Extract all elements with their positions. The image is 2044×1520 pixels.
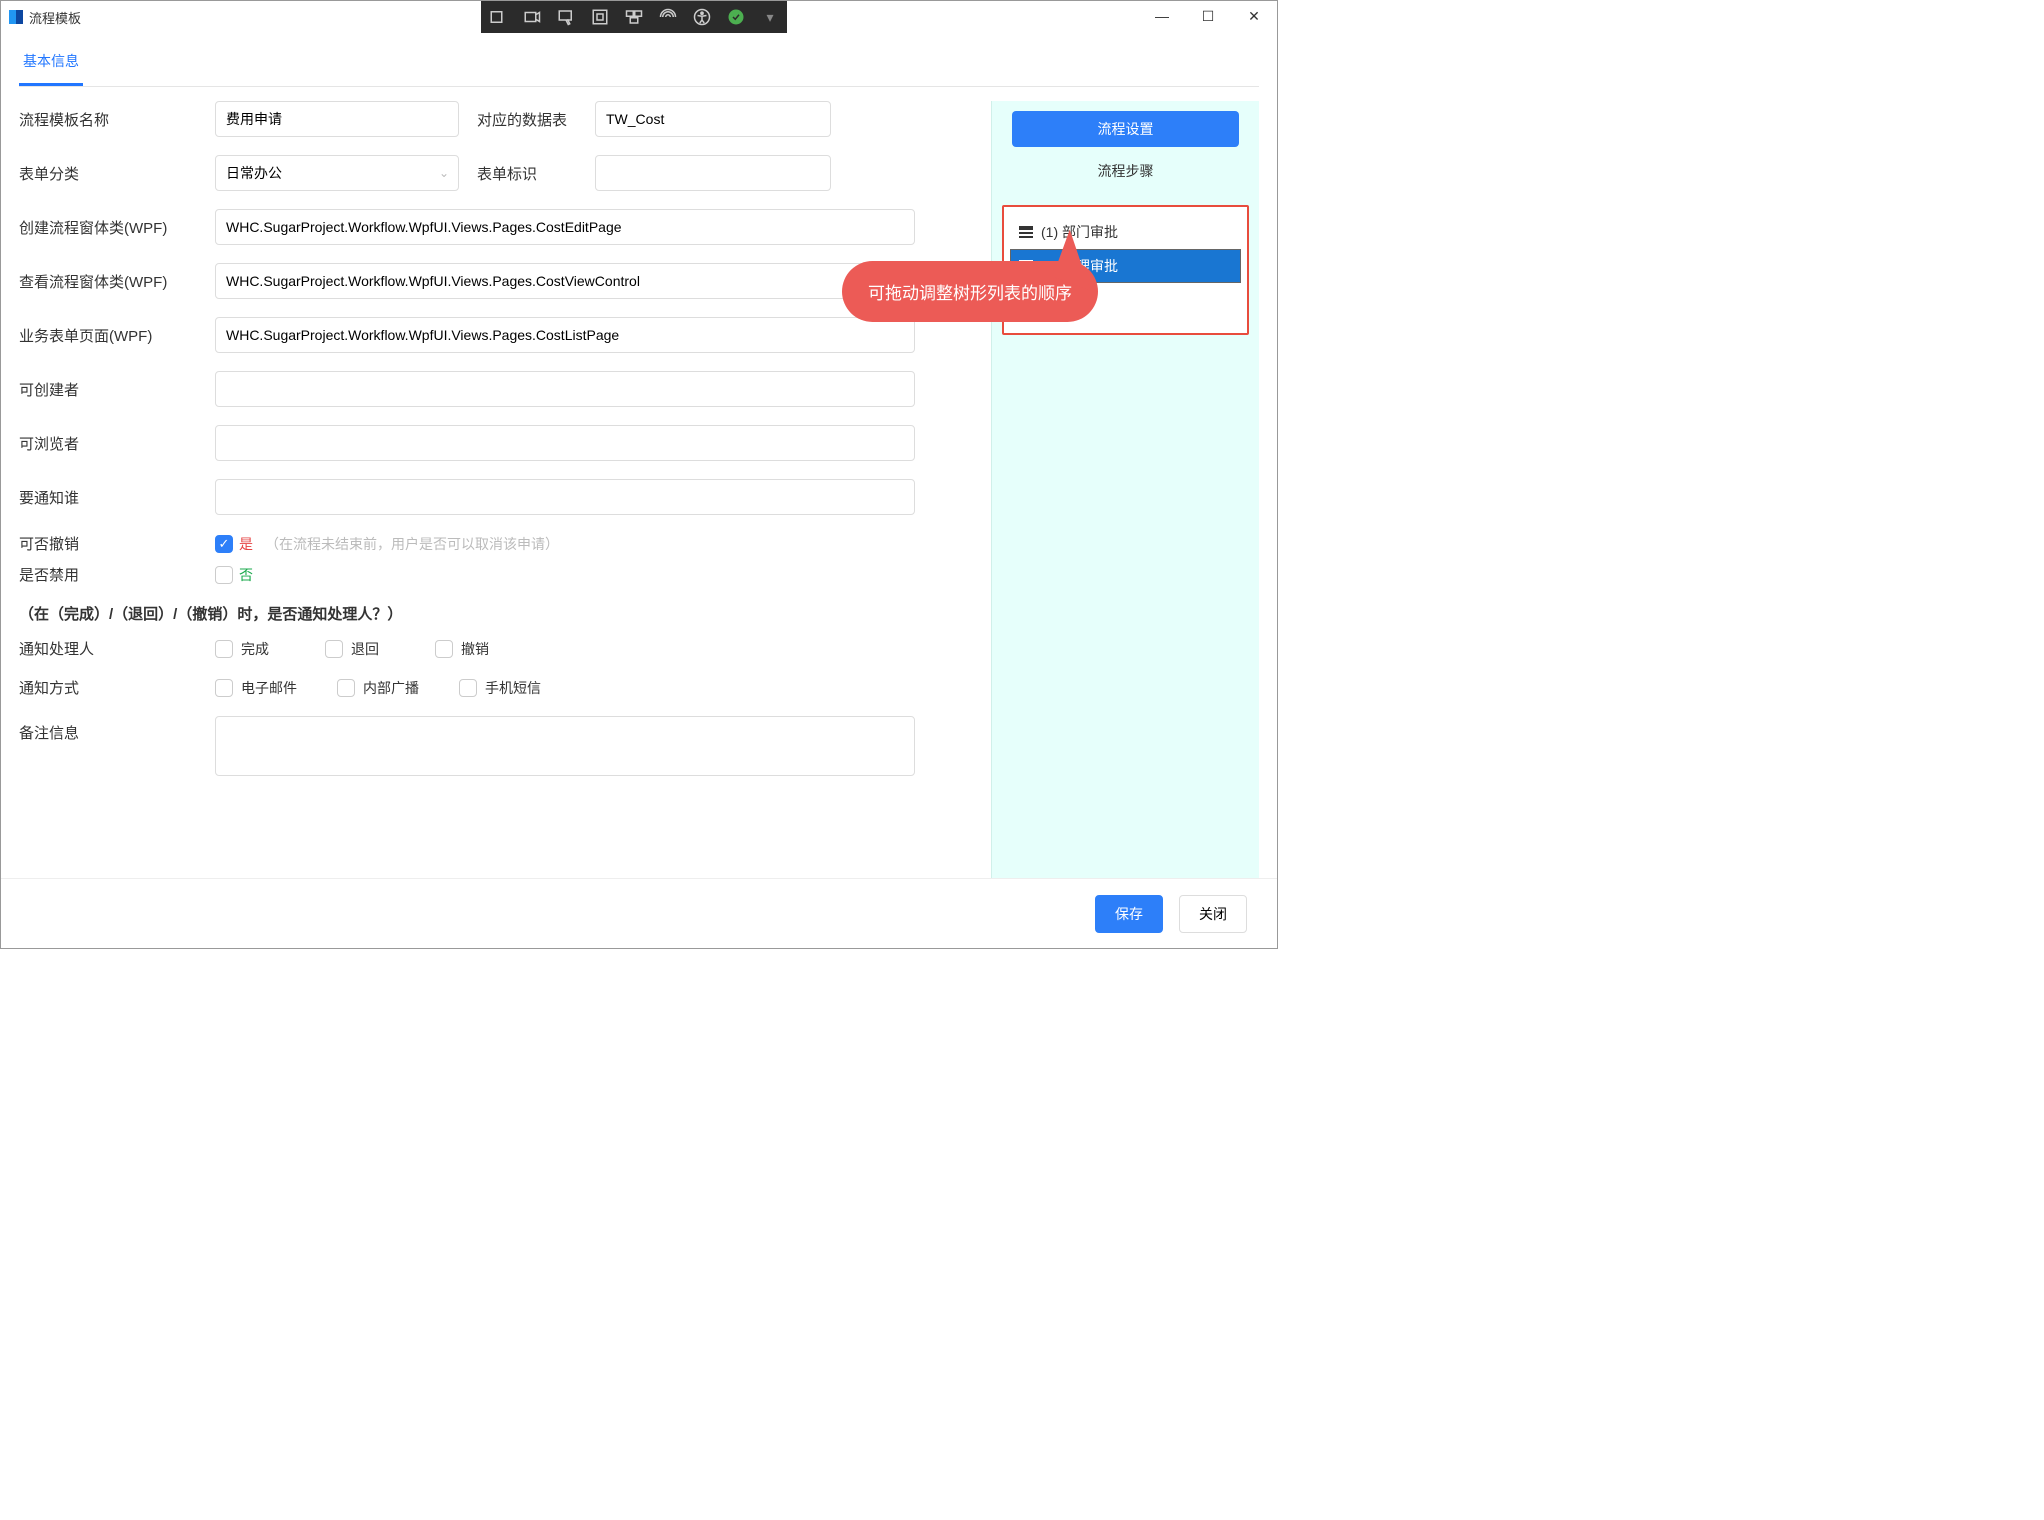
content-area: 基本信息 流程模板名称 对应的数据表 表单分类 ⌄ 表单标识 (1, 33, 1277, 878)
close-button[interactable]: ✕ (1231, 1, 1277, 31)
label-create-wpf: 创建流程窗体类(WPF) (19, 217, 197, 238)
btn-flow-steps[interactable]: 流程步骤 (992, 151, 1259, 191)
app-icon (9, 10, 23, 24)
callout-text: 可拖动调整树形列表的顺序 (868, 284, 1072, 303)
tool-record-icon[interactable] (521, 6, 543, 28)
label-form-id: 表单标识 (477, 163, 577, 184)
label-view-wpf: 查看流程窗体类(WPF) (19, 271, 197, 292)
section-notify-title: （在（完成）/（退回）/（撤销）时，是否通知处理人？） (19, 603, 973, 624)
check-email-label: 电子邮件 (241, 678, 297, 698)
tool-layout-icon[interactable] (623, 6, 645, 28)
maximize-button[interactable]: ☐ (1185, 1, 1231, 31)
main-area: 流程模板名称 对应的数据表 表单分类 ⌄ 表单标识 创建流程窗体类(WPF) (19, 87, 1259, 878)
tool-live-icon[interactable] (487, 6, 509, 28)
label-viewer: 可浏览者 (19, 433, 197, 454)
label-notify-who: 要通知谁 (19, 487, 197, 508)
input-template-name[interactable] (215, 101, 459, 137)
can-revoke-hint: （在流程未结束前，用户是否可以取消该申请） (265, 534, 559, 554)
input-create-wpf[interactable] (215, 209, 915, 245)
save-button[interactable]: 保存 (1095, 895, 1163, 933)
titlebar: 流程模板 ▾ — ☐ ✕ (1, 1, 1277, 33)
window-controls: — ☐ ✕ (1139, 1, 1277, 31)
input-form-id[interactable] (595, 155, 831, 191)
footer: 保存 关闭 (1, 878, 1277, 948)
label-remark: 备注信息 (19, 716, 197, 743)
check-sms[interactable]: 手机短信 (459, 678, 541, 698)
check-email[interactable]: 电子邮件 (215, 678, 297, 698)
list-icon (1019, 226, 1033, 238)
callout-bubble: 可拖动调整树形列表的顺序 (842, 261, 1098, 322)
label-category: 表单分类 (19, 163, 197, 184)
tool-stop-icon[interactable] (589, 6, 611, 28)
app-window: 流程模板 ▾ — ☐ ✕ 基本信息 流程模板名称 (0, 0, 1278, 949)
label-creator: 可创建者 (19, 379, 197, 400)
input-view-wpf[interactable] (215, 263, 915, 299)
label-notify-handler: 通知处理人 (19, 638, 197, 659)
check-broadcast-label: 内部广播 (363, 678, 419, 698)
input-notify-who[interactable] (215, 479, 915, 515)
textarea-remark[interactable] (215, 716, 915, 776)
minimize-button[interactable]: — (1139, 1, 1185, 31)
input-list-wpf[interactable] (215, 317, 915, 353)
check-back[interactable]: 退回 (325, 639, 379, 659)
checkbox-can-revoke[interactable] (215, 535, 233, 553)
step-item-1[interactable]: (1) 部门审批 (1010, 215, 1241, 249)
checkbox-disabled[interactable] (215, 566, 233, 584)
label-list-wpf: 业务表单页面(WPF) (19, 325, 197, 346)
label-can-revoke: 可否撤销 (19, 533, 197, 554)
check-sms-label: 手机短信 (485, 678, 541, 698)
select-category-value[interactable] (215, 155, 459, 191)
form-column: 流程模板名称 对应的数据表 表单分类 ⌄ 表单标识 创建流程窗体类(WPF) (19, 101, 973, 878)
check-done-label: 完成 (241, 639, 269, 659)
check-done[interactable]: 完成 (215, 639, 269, 659)
right-panel: 流程设置 流程步骤 (1) 部门审批 (2) 经理审批 可拖动调整树形列表的顺序 (991, 101, 1259, 878)
input-data-table[interactable] (595, 101, 831, 137)
check-revoke-label: 撤销 (461, 639, 489, 659)
label-template-name: 流程模板名称 (19, 109, 197, 130)
select-category[interactable]: ⌄ (215, 155, 459, 191)
tool-select-icon[interactable] (555, 6, 577, 28)
label-notify-method: 通知方式 (19, 677, 197, 698)
debug-toolbar: ▾ (481, 1, 787, 33)
tool-chevron-icon[interactable]: ▾ (759, 6, 781, 28)
check-back-label: 退回 (351, 639, 379, 659)
tab-bar: 基本信息 (19, 41, 1259, 87)
close-dialog-button[interactable]: 关闭 (1179, 895, 1247, 933)
window-title: 流程模板 (29, 8, 81, 27)
can-revoke-value: 是 (239, 534, 253, 554)
check-broadcast[interactable]: 内部广播 (337, 678, 419, 698)
tool-signal-icon[interactable] (657, 6, 679, 28)
label-disabled: 是否禁用 (19, 564, 197, 585)
tab-basic-info[interactable]: 基本信息 (19, 41, 83, 86)
disabled-value: 否 (239, 565, 253, 585)
input-creator[interactable] (215, 371, 915, 407)
input-viewer[interactable] (215, 425, 915, 461)
tool-ok-icon[interactable] (725, 6, 747, 28)
label-data-table: 对应的数据表 (477, 109, 577, 130)
btn-flow-settings[interactable]: 流程设置 (1012, 111, 1239, 147)
tool-accessibility-icon[interactable] (691, 6, 713, 28)
check-revoke[interactable]: 撤销 (435, 639, 489, 659)
